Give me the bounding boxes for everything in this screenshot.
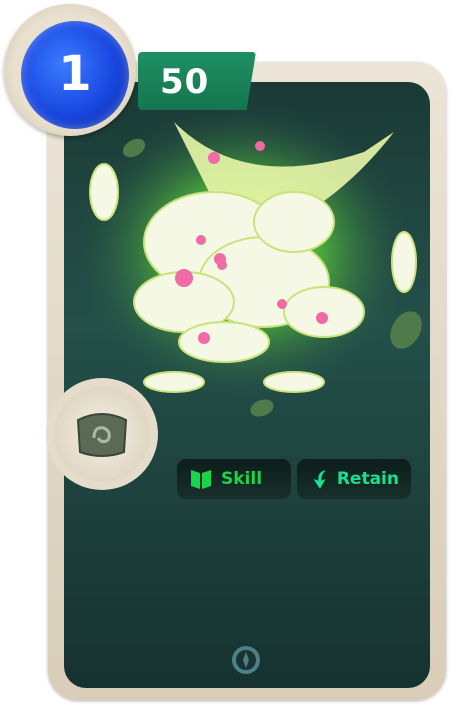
book-icon	[191, 470, 211, 489]
energy-orb: 1	[4, 4, 136, 136]
set-logo-icon	[232, 646, 260, 674]
tag-retain[interactable]: Retain	[297, 459, 411, 499]
curved-arrow-down-icon	[313, 470, 326, 489]
spiral-stone-icon	[76, 413, 128, 457]
tag-label: Retain	[336, 469, 399, 489]
energy-orb-gem: 1	[21, 21, 129, 129]
tag-label: Skill	[221, 469, 263, 489]
card-value: 50	[160, 62, 210, 102]
tag-skill[interactable]: Skill	[177, 459, 291, 499]
rarity-medallion	[46, 378, 158, 490]
energy-cost: 1	[58, 46, 92, 102]
